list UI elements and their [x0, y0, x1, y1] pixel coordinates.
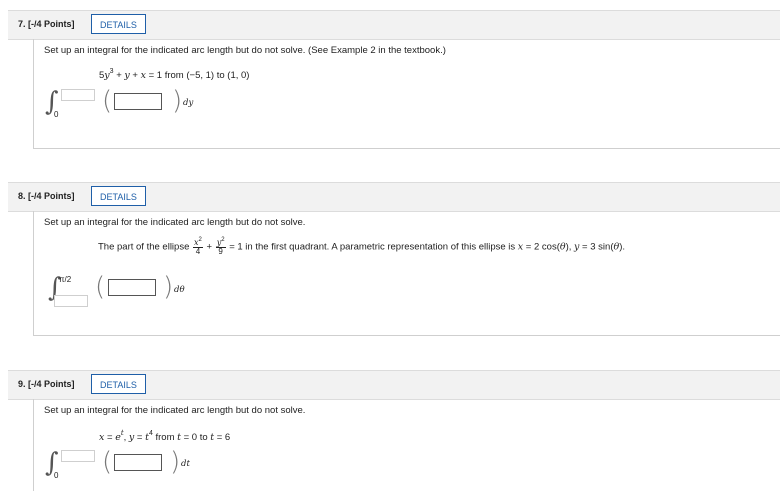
question-8-equation: The part of the ellipse x2 4 + y2 9 = 1 in… — [98, 237, 626, 257]
question-7-answer-input[interactable] — [114, 93, 162, 110]
right-paren: ) — [170, 447, 181, 477]
question-7-title: 7. [-/4 Points] — [18, 19, 75, 29]
question-8-prompt: Set up an integral for the indicated arc… — [44, 217, 306, 228]
question-7-equation: 5y3 + y + x = 1 from (−5, 1) to (1, 0) — [99, 68, 250, 81]
question-9-answer-input[interactable] — [114, 454, 162, 471]
question-8-details-button[interactable]: DETAILS — [91, 186, 146, 206]
question-9-prompt: Set up an integral for the indicated arc… — [44, 405, 306, 416]
question-7-differential: dy — [183, 98, 194, 108]
question-7-prompt: Set up an integral for the indicated arc… — [44, 45, 446, 56]
fraction-y2-over-9: y2 9 — [215, 237, 226, 257]
question-7-details-button[interactable]: DETAILS — [91, 14, 146, 34]
question-7-body: Set up an integral for the indicated arc… — [33, 39, 780, 149]
question-8-lower-limit-input[interactable] — [54, 295, 88, 307]
question-9-upper-limit-input[interactable] — [61, 450, 95, 462]
left-paren: ( — [95, 272, 106, 302]
question-9-details-button[interactable]: DETAILS — [91, 374, 146, 394]
left-paren: ( — [102, 447, 113, 477]
question-9-differential: dt — [181, 459, 190, 469]
question-7-lower-limit: 0 — [54, 110, 59, 119]
question-8-body: Set up an integral for the indicated arc… — [33, 211, 780, 336]
question-8-differential: dθ — [174, 285, 185, 295]
question-9-lower-limit: 0 — [54, 471, 59, 480]
question-9-body: Set up an integral for the indicated arc… — [33, 399, 780, 491]
question-8-answer-input[interactable] — [108, 279, 156, 296]
question-9-equation: x = et, y = t4 from t = 0 to t = 6 — [99, 429, 231, 443]
question-8-title: 8. [-/4 Points] — [18, 191, 75, 201]
right-paren: ) — [163, 272, 174, 302]
left-paren: ( — [102, 86, 113, 116]
right-paren: ) — [172, 86, 183, 116]
question-9-header: 9. [-/4 Points] DETAILS — [8, 370, 780, 400]
question-8-upper-limit: π/2 — [59, 275, 72, 284]
question-9-title: 9. [-/4 Points] — [18, 379, 75, 389]
question-8-header: 8. [-/4 Points] DETAILS — [8, 182, 780, 212]
fraction-x2-over-4: x2 4 — [193, 237, 203, 257]
question-7-upper-limit-input[interactable] — [61, 89, 95, 101]
question-7-header: 7. [-/4 Points] DETAILS — [8, 10, 780, 40]
